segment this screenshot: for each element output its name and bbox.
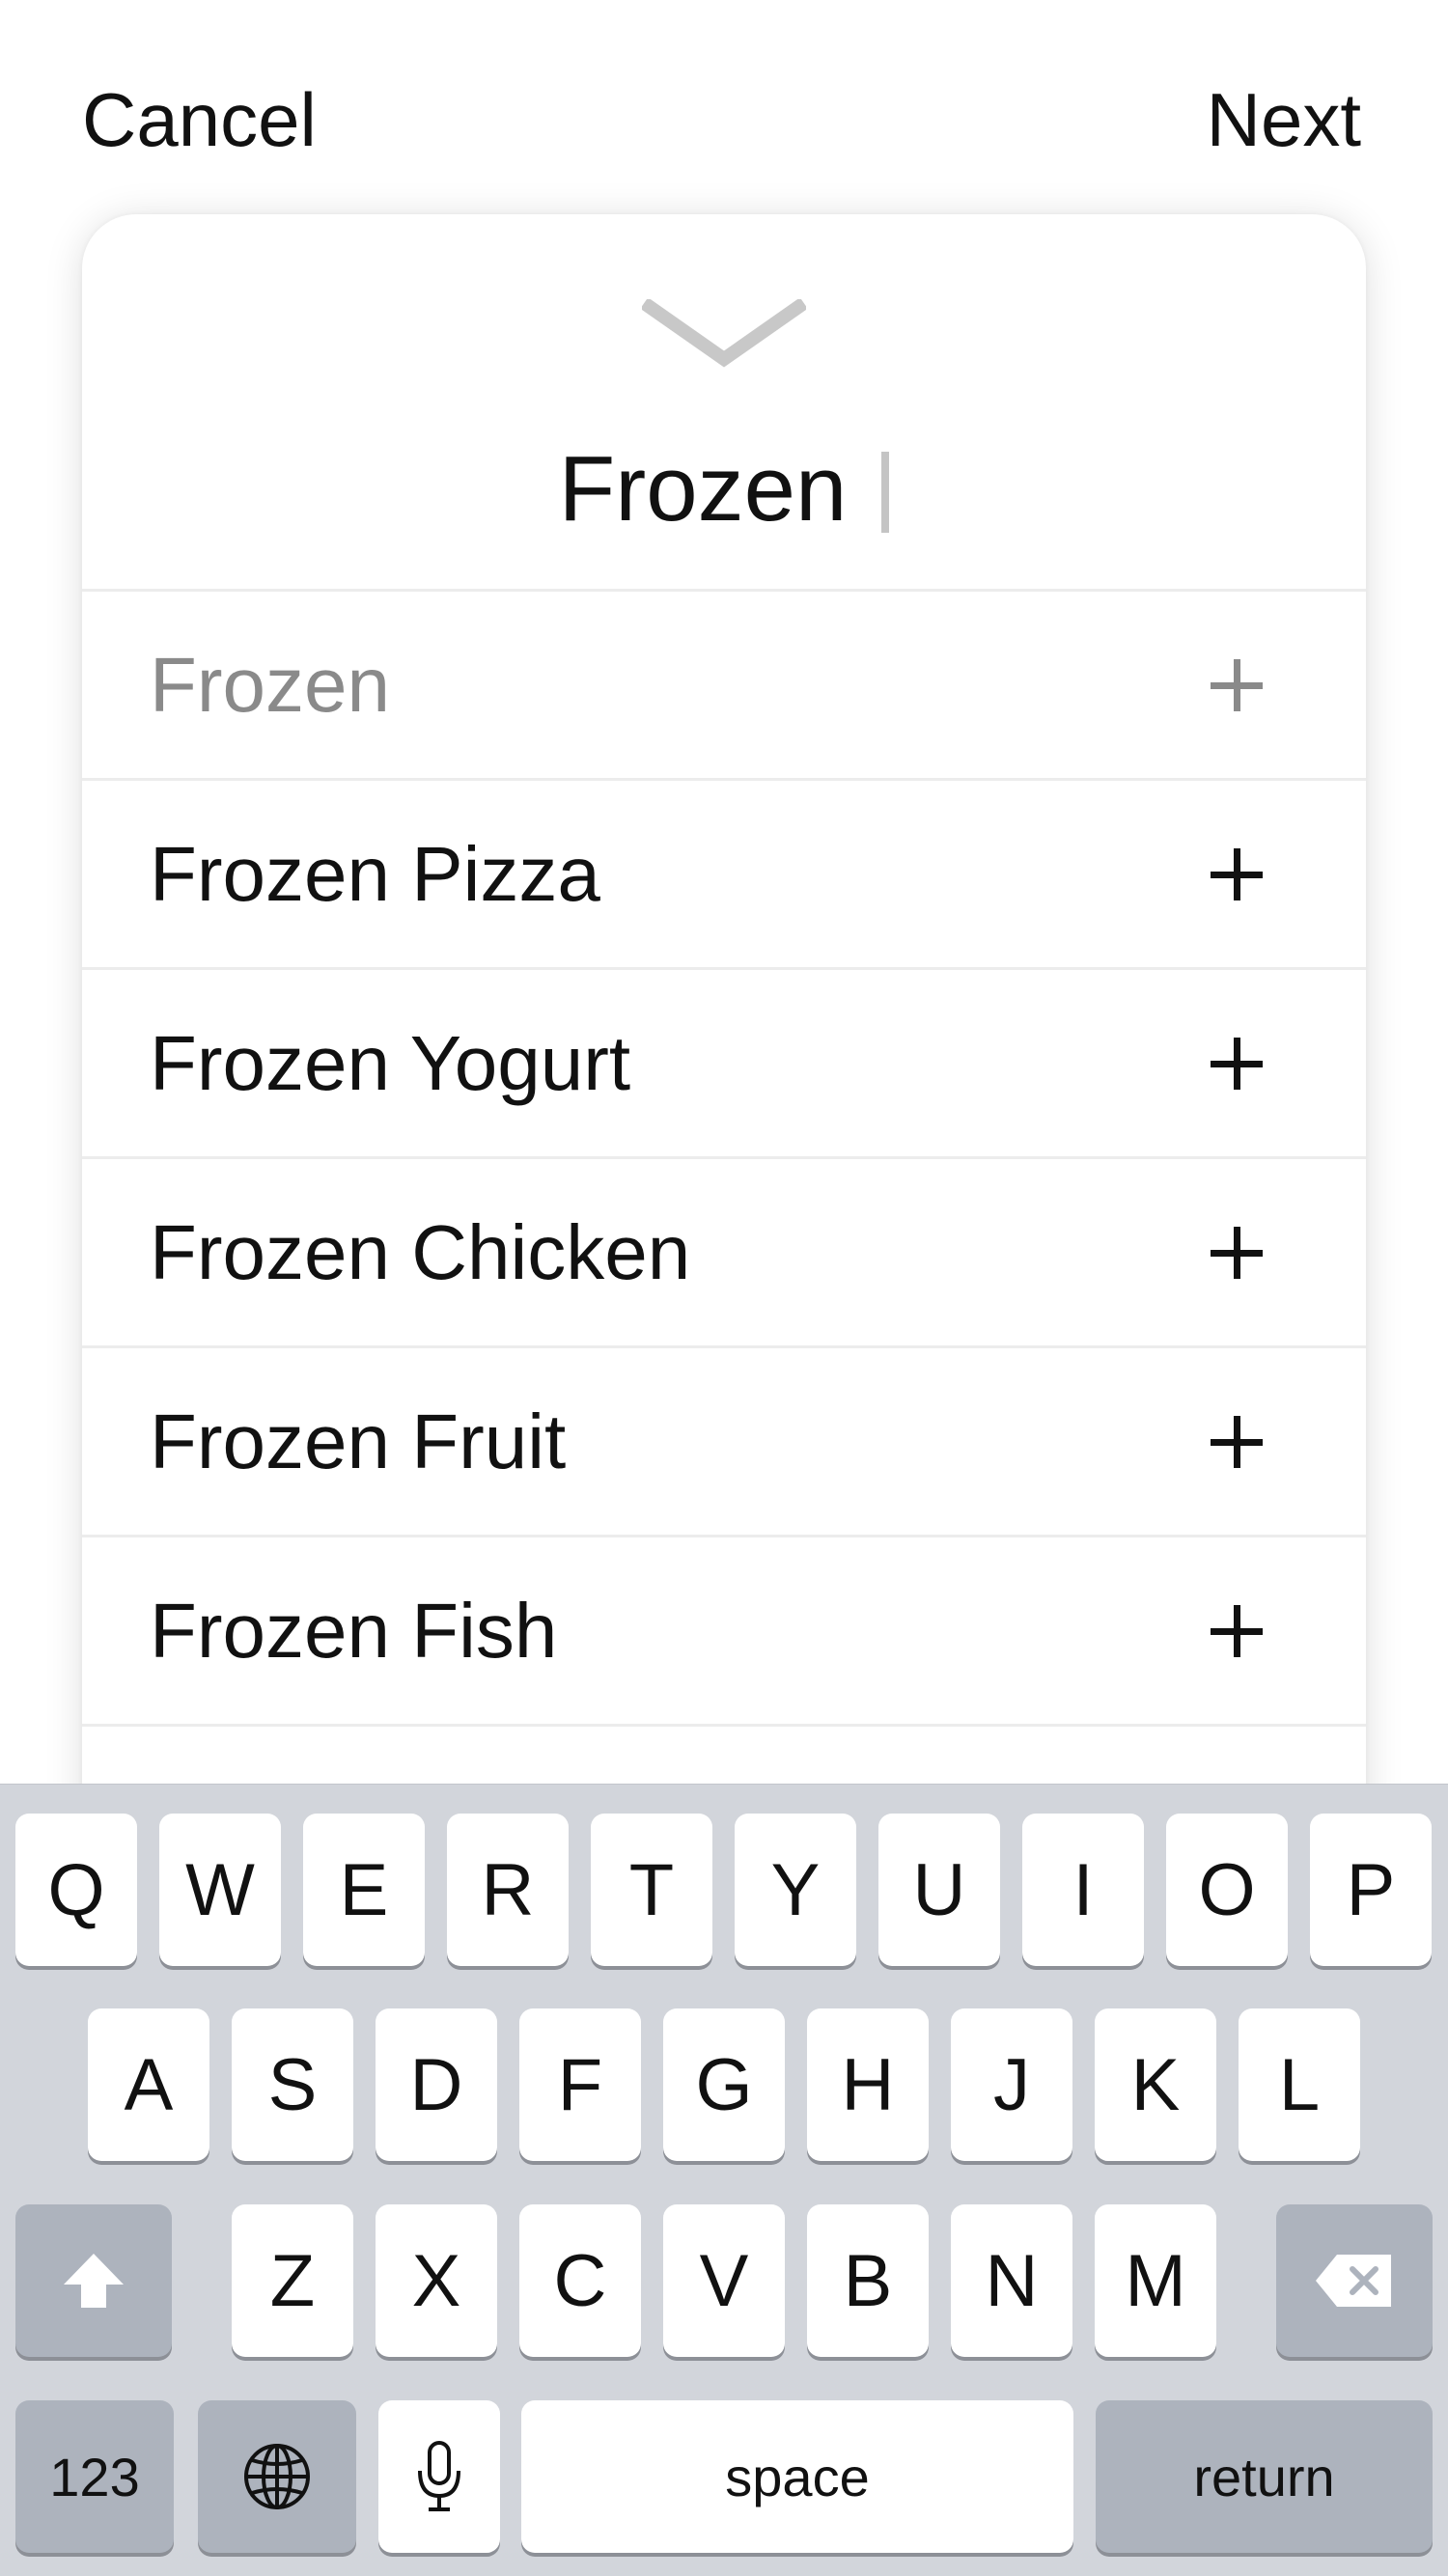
key-u[interactable]: U	[878, 1814, 1000, 1966]
space-key[interactable]: space	[521, 2400, 1073, 2553]
chevron-down-icon[interactable]	[642, 299, 806, 376]
key-e[interactable]: E	[303, 1814, 425, 1966]
key-b[interactable]: B	[807, 2204, 929, 2357]
key-c[interactable]: C	[519, 2204, 641, 2357]
backspace-icon	[1314, 2253, 1395, 2309]
key-y[interactable]: Y	[735, 1814, 856, 1966]
shift-arrow-icon	[60, 2250, 127, 2312]
microphone-icon	[415, 2440, 463, 2513]
suggestion-list: Frozen Frozen Pizza Frozen Yogurt Frozen…	[82, 589, 1366, 1727]
suggestion-label: Frozen Yogurt	[150, 1020, 631, 1106]
suggestion-item[interactable]: Frozen Yogurt	[82, 970, 1366, 1159]
return-key[interactable]: return	[1096, 2400, 1433, 2553]
search-input[interactable]: Frozen	[82, 407, 1366, 571]
key-h[interactable]: H	[807, 2008, 929, 2161]
delete-key[interactable]	[1276, 2204, 1433, 2357]
suggestion-label: Frozen Fruit	[150, 1399, 567, 1484]
key-j[interactable]: J	[951, 2008, 1072, 2161]
key-v[interactable]: V	[663, 2204, 785, 2357]
suggestion-item[interactable]: Frozen Pizza	[82, 781, 1366, 970]
key-n[interactable]: N	[951, 2204, 1072, 2357]
globe-key[interactable]	[198, 2400, 356, 2553]
key-k[interactable]: K	[1095, 2008, 1216, 2161]
key-i[interactable]: I	[1022, 1814, 1144, 1966]
key-p[interactable]: P	[1310, 1814, 1432, 1966]
next-button[interactable]: Next	[1207, 75, 1361, 164]
key-a[interactable]: A	[88, 2008, 209, 2161]
key-z[interactable]: Z	[232, 2204, 353, 2357]
globe-icon	[241, 2441, 313, 2512]
cancel-button[interactable]: Cancel	[82, 75, 317, 164]
plus-icon[interactable]	[1209, 1225, 1265, 1281]
on-screen-keyboard: Q W E R T Y U I O P A S D F G H J K L Z …	[0, 1784, 1448, 2576]
key-d[interactable]: D	[376, 2008, 497, 2161]
suggestion-label: Frozen Fish	[150, 1588, 558, 1674]
plus-icon[interactable]	[1209, 657, 1265, 713]
key-m[interactable]: M	[1095, 2204, 1216, 2357]
key-t[interactable]: T	[591, 1814, 712, 1966]
plus-icon[interactable]	[1209, 1036, 1265, 1092]
suggestion-item[interactable]: Frozen	[82, 592, 1366, 781]
key-x[interactable]: X	[376, 2204, 497, 2357]
suggestion-item[interactable]: Frozen Chicken	[82, 1159, 1366, 1348]
suggestion-item[interactable]: Frozen Fruit	[82, 1348, 1366, 1537]
key-w[interactable]: W	[159, 1814, 281, 1966]
numbers-key[interactable]: 123	[15, 2400, 174, 2553]
key-g[interactable]: G	[663, 2008, 785, 2161]
key-s[interactable]: S	[232, 2008, 353, 2161]
top-bar: Cancel Next	[0, 0, 1448, 212]
plus-icon[interactable]	[1209, 1414, 1265, 1470]
suggestion-label: Frozen Pizza	[150, 831, 600, 917]
key-o[interactable]: O	[1166, 1814, 1288, 1966]
search-value: Frozen	[558, 437, 848, 540]
suggestion-label: Frozen Chicken	[150, 1209, 691, 1295]
suggestion-item[interactable]: Frozen Fish	[82, 1537, 1366, 1727]
shift-key[interactable]	[15, 2204, 172, 2357]
key-r[interactable]: R	[447, 1814, 569, 1966]
plus-icon[interactable]	[1209, 1603, 1265, 1659]
suggestion-label: Frozen	[150, 642, 390, 728]
plus-icon[interactable]	[1209, 846, 1265, 902]
text-cursor	[881, 452, 890, 533]
key-f[interactable]: F	[519, 2008, 641, 2161]
key-q[interactable]: Q	[15, 1814, 137, 1966]
key-l[interactable]: L	[1239, 2008, 1360, 2161]
microphone-key[interactable]	[378, 2400, 500, 2553]
